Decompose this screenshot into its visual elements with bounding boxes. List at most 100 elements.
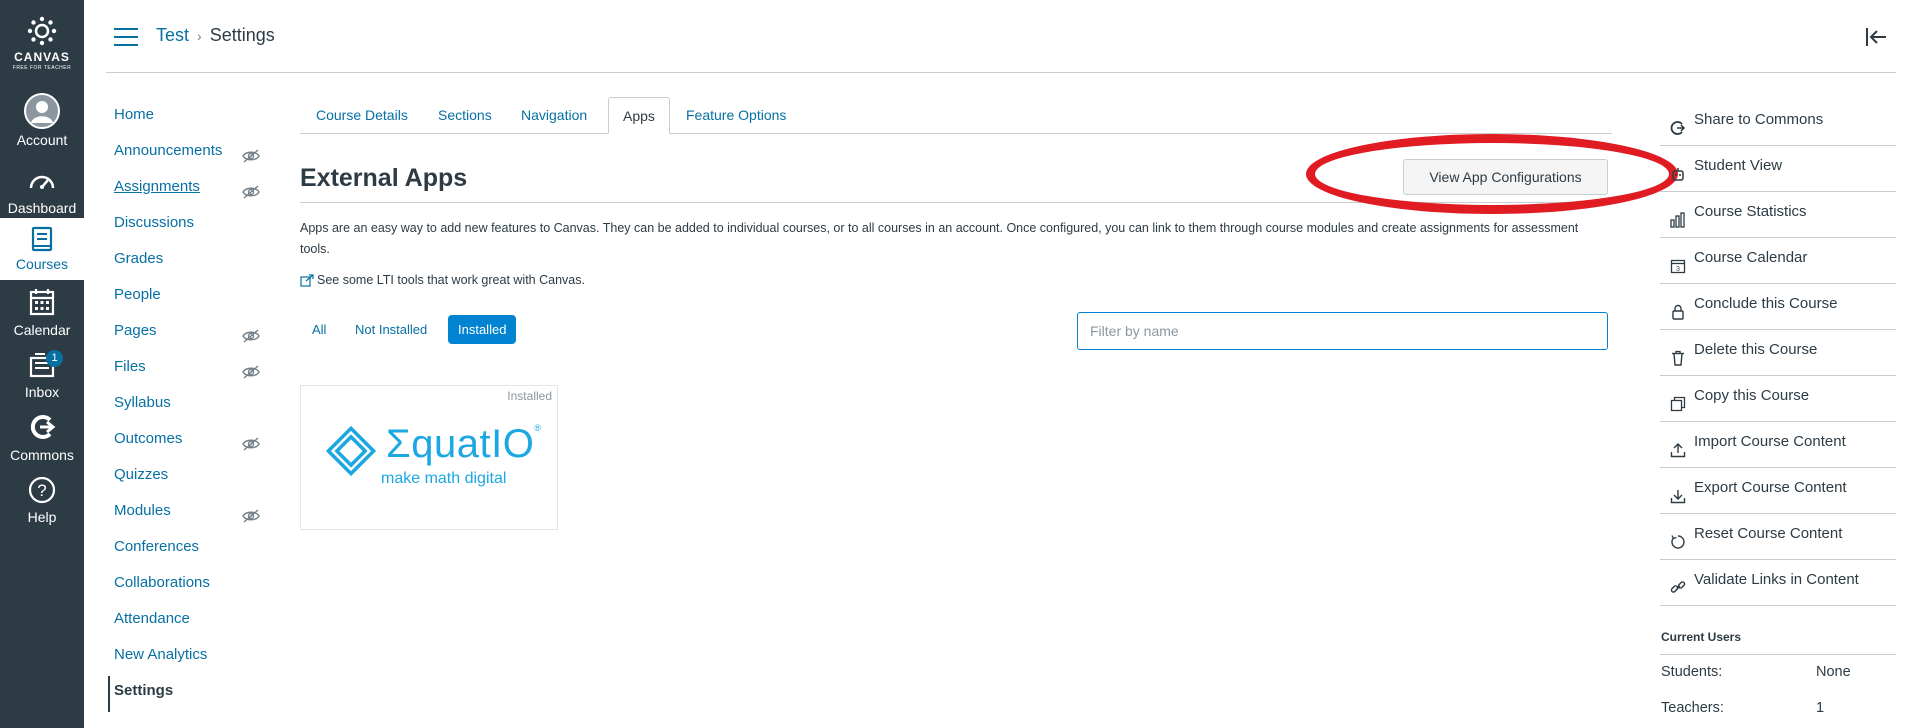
- gnav-account[interactable]: Account: [0, 92, 84, 154]
- course-nav-files[interactable]: Files: [114, 352, 274, 388]
- equatio-logo-name: ΣquatIO®: [386, 422, 542, 466]
- students-label: Students:: [1661, 664, 1723, 680]
- course-nav-new-analytics[interactable]: New Analytics: [114, 640, 274, 676]
- course-nav-conferences[interactable]: Conferences: [114, 532, 274, 568]
- course-nav-pages[interactable]: Pages: [114, 316, 274, 352]
- teachers-value: 1: [1816, 700, 1825, 716]
- canvas-logo[interactable]: CANVAS FREE FOR TEACHER: [0, 16, 84, 71]
- course-nav-announcements[interactable]: Announcements: [114, 136, 274, 172]
- course-nav-outcomes[interactable]: Outcomes: [114, 424, 274, 460]
- gnav-dashboard-label: Dashboard: [7, 200, 77, 216]
- current-users-heading: Current Users: [1661, 630, 1742, 644]
- course-nav-assignments[interactable]: Assignments: [114, 172, 274, 208]
- tab-course-details[interactable]: Course Details: [302, 97, 422, 134]
- student-view-link[interactable]: Student View: [1660, 146, 1896, 192]
- course-actions-sidebar: Share to Commons Student View Course Sta…: [1660, 100, 1896, 606]
- filter-installed-button[interactable]: Installed: [448, 315, 517, 344]
- course-nav-collaborations[interactable]: Collaborations: [114, 568, 274, 604]
- current-users-divider: [1660, 654, 1896, 655]
- global-nav: CANVAS FREE FOR TEACHER Account Dashboar…: [0, 0, 84, 728]
- tab-feature-options[interactable]: Feature Options: [672, 97, 800, 134]
- tab-sections[interactable]: Sections: [424, 97, 506, 134]
- course-nav-settings[interactable]: Settings: [108, 676, 274, 712]
- collapse-sidebar-icon[interactable]: [1864, 26, 1888, 48]
- delete-course-link[interactable]: Delete this Course: [1660, 330, 1896, 376]
- external-link-icon: [300, 274, 314, 287]
- gnav-inbox-label: Inbox: [24, 384, 60, 400]
- dashboard-icon: [0, 166, 84, 200]
- courses-icon: [0, 226, 84, 256]
- share-to-commons-link[interactable]: Share to Commons: [1660, 100, 1896, 146]
- validate-links-link[interactable]: Validate Links in Content: [1660, 560, 1896, 606]
- filter-by-name-input[interactable]: [1077, 312, 1608, 350]
- course-nav-attendance[interactable]: Attendance: [114, 604, 274, 640]
- account-avatar-icon: [0, 92, 84, 129]
- help-icon: ?: [0, 475, 84, 509]
- canvas-logo-icon: [27, 16, 57, 46]
- canvas-logo-word: CANVAS: [14, 50, 70, 64]
- svg-text:3: 3: [1676, 266, 1680, 273]
- hidden-eye-icon: [242, 144, 260, 174]
- gnav-calendar-label: Calendar: [13, 322, 71, 338]
- course-menu-toggle-button[interactable]: [114, 28, 138, 46]
- course-nav-people[interactable]: People: [114, 280, 274, 316]
- equatio-logo-tagline: make math digital: [381, 470, 507, 487]
- course-nav-home[interactable]: Home: [114, 100, 274, 136]
- gnav-courses-label: Courses: [15, 256, 69, 272]
- course-statistics-link[interactable]: Course Statistics: [1660, 192, 1896, 238]
- tab-navigation[interactable]: Navigation: [507, 97, 601, 134]
- breadcrumb: Test › Settings: [156, 25, 275, 46]
- app-status-label: Installed: [507, 389, 552, 403]
- course-nav-quizzes[interactable]: Quizzes: [114, 460, 274, 496]
- lti-tools-link[interactable]: See some LTI tools that work great with …: [300, 273, 585, 287]
- apps-description: Apps are an easy way to add new features…: [300, 221, 1579, 256]
- gnav-commons[interactable]: Commons: [0, 413, 84, 475]
- inbox-unread-badge: 1: [46, 350, 63, 367]
- breadcrumb-separator-icon: ›: [197, 28, 202, 44]
- hidden-eye-icon: [242, 432, 260, 462]
- app-card-equatio[interactable]: Installed ΣquatIO® make math digital: [300, 385, 558, 530]
- export-course-content-link[interactable]: Export Course Content: [1660, 468, 1896, 514]
- calendar-icon: [0, 288, 84, 322]
- hidden-eye-icon: [242, 360, 260, 390]
- teachers-label: Teachers:: [1661, 700, 1724, 716]
- gnav-inbox[interactable]: 1 Inbox: [0, 350, 84, 412]
- current-users-students-row: Students: None: [1661, 664, 1891, 680]
- equatio-logo: ΣquatIO® make math digital: [325, 422, 541, 487]
- gnav-help[interactable]: ? Help: [0, 475, 84, 537]
- course-nav-syllabus[interactable]: Syllabus: [114, 388, 274, 424]
- filter-all-button[interactable]: All: [302, 315, 336, 344]
- tab-apps[interactable]: Apps: [608, 97, 670, 134]
- hidden-eye-icon: [242, 504, 260, 534]
- course-nav-modules[interactable]: Modules: [114, 496, 274, 532]
- breadcrumb-course-link[interactable]: Test: [156, 25, 189, 45]
- students-value: None: [1816, 664, 1851, 680]
- svg-text:?: ?: [37, 481, 46, 500]
- gnav-account-label: Account: [16, 132, 68, 148]
- gnav-courses[interactable]: Courses: [0, 218, 84, 280]
- settings-tabs: Course Details Sections Navigation Apps …: [300, 97, 1612, 134]
- reset-course-content-link[interactable]: Reset Course Content: [1660, 514, 1896, 560]
- link-icon: [1670, 572, 1686, 612]
- hidden-eye-icon: [242, 180, 260, 210]
- copy-course-link[interactable]: Copy this Course: [1660, 376, 1896, 422]
- course-calendar-link[interactable]: 3 Course Calendar: [1660, 238, 1896, 284]
- header-divider: [106, 72, 1896, 73]
- view-app-configurations-button[interactable]: View App Configurations: [1403, 159, 1608, 195]
- title-divider: [300, 202, 1612, 203]
- lti-tools-link-label: See some LTI tools that work great with …: [317, 273, 585, 287]
- course-nav-discussions[interactable]: Discussions: [114, 208, 274, 244]
- gnav-calendar[interactable]: Calendar: [0, 288, 84, 350]
- canvas-logo-sub: FREE FOR TEACHER: [12, 65, 72, 71]
- inbox-icon: 1: [0, 350, 84, 384]
- filter-not-installed-button[interactable]: Not Installed: [345, 315, 437, 344]
- import-course-content-link[interactable]: Import Course Content: [1660, 422, 1896, 468]
- gnav-commons-label: Commons: [10, 447, 74, 463]
- gnav-help-label: Help: [27, 509, 57, 525]
- breadcrumb-current: Settings: [209, 25, 275, 45]
- conclude-course-link[interactable]: Conclude this Course: [1660, 284, 1896, 330]
- equatio-logo-icon: [325, 425, 377, 477]
- course-nav-grades[interactable]: Grades: [114, 244, 274, 280]
- current-users-teachers-row: Teachers: 1: [1661, 700, 1891, 716]
- page-title: External Apps: [300, 164, 468, 192]
